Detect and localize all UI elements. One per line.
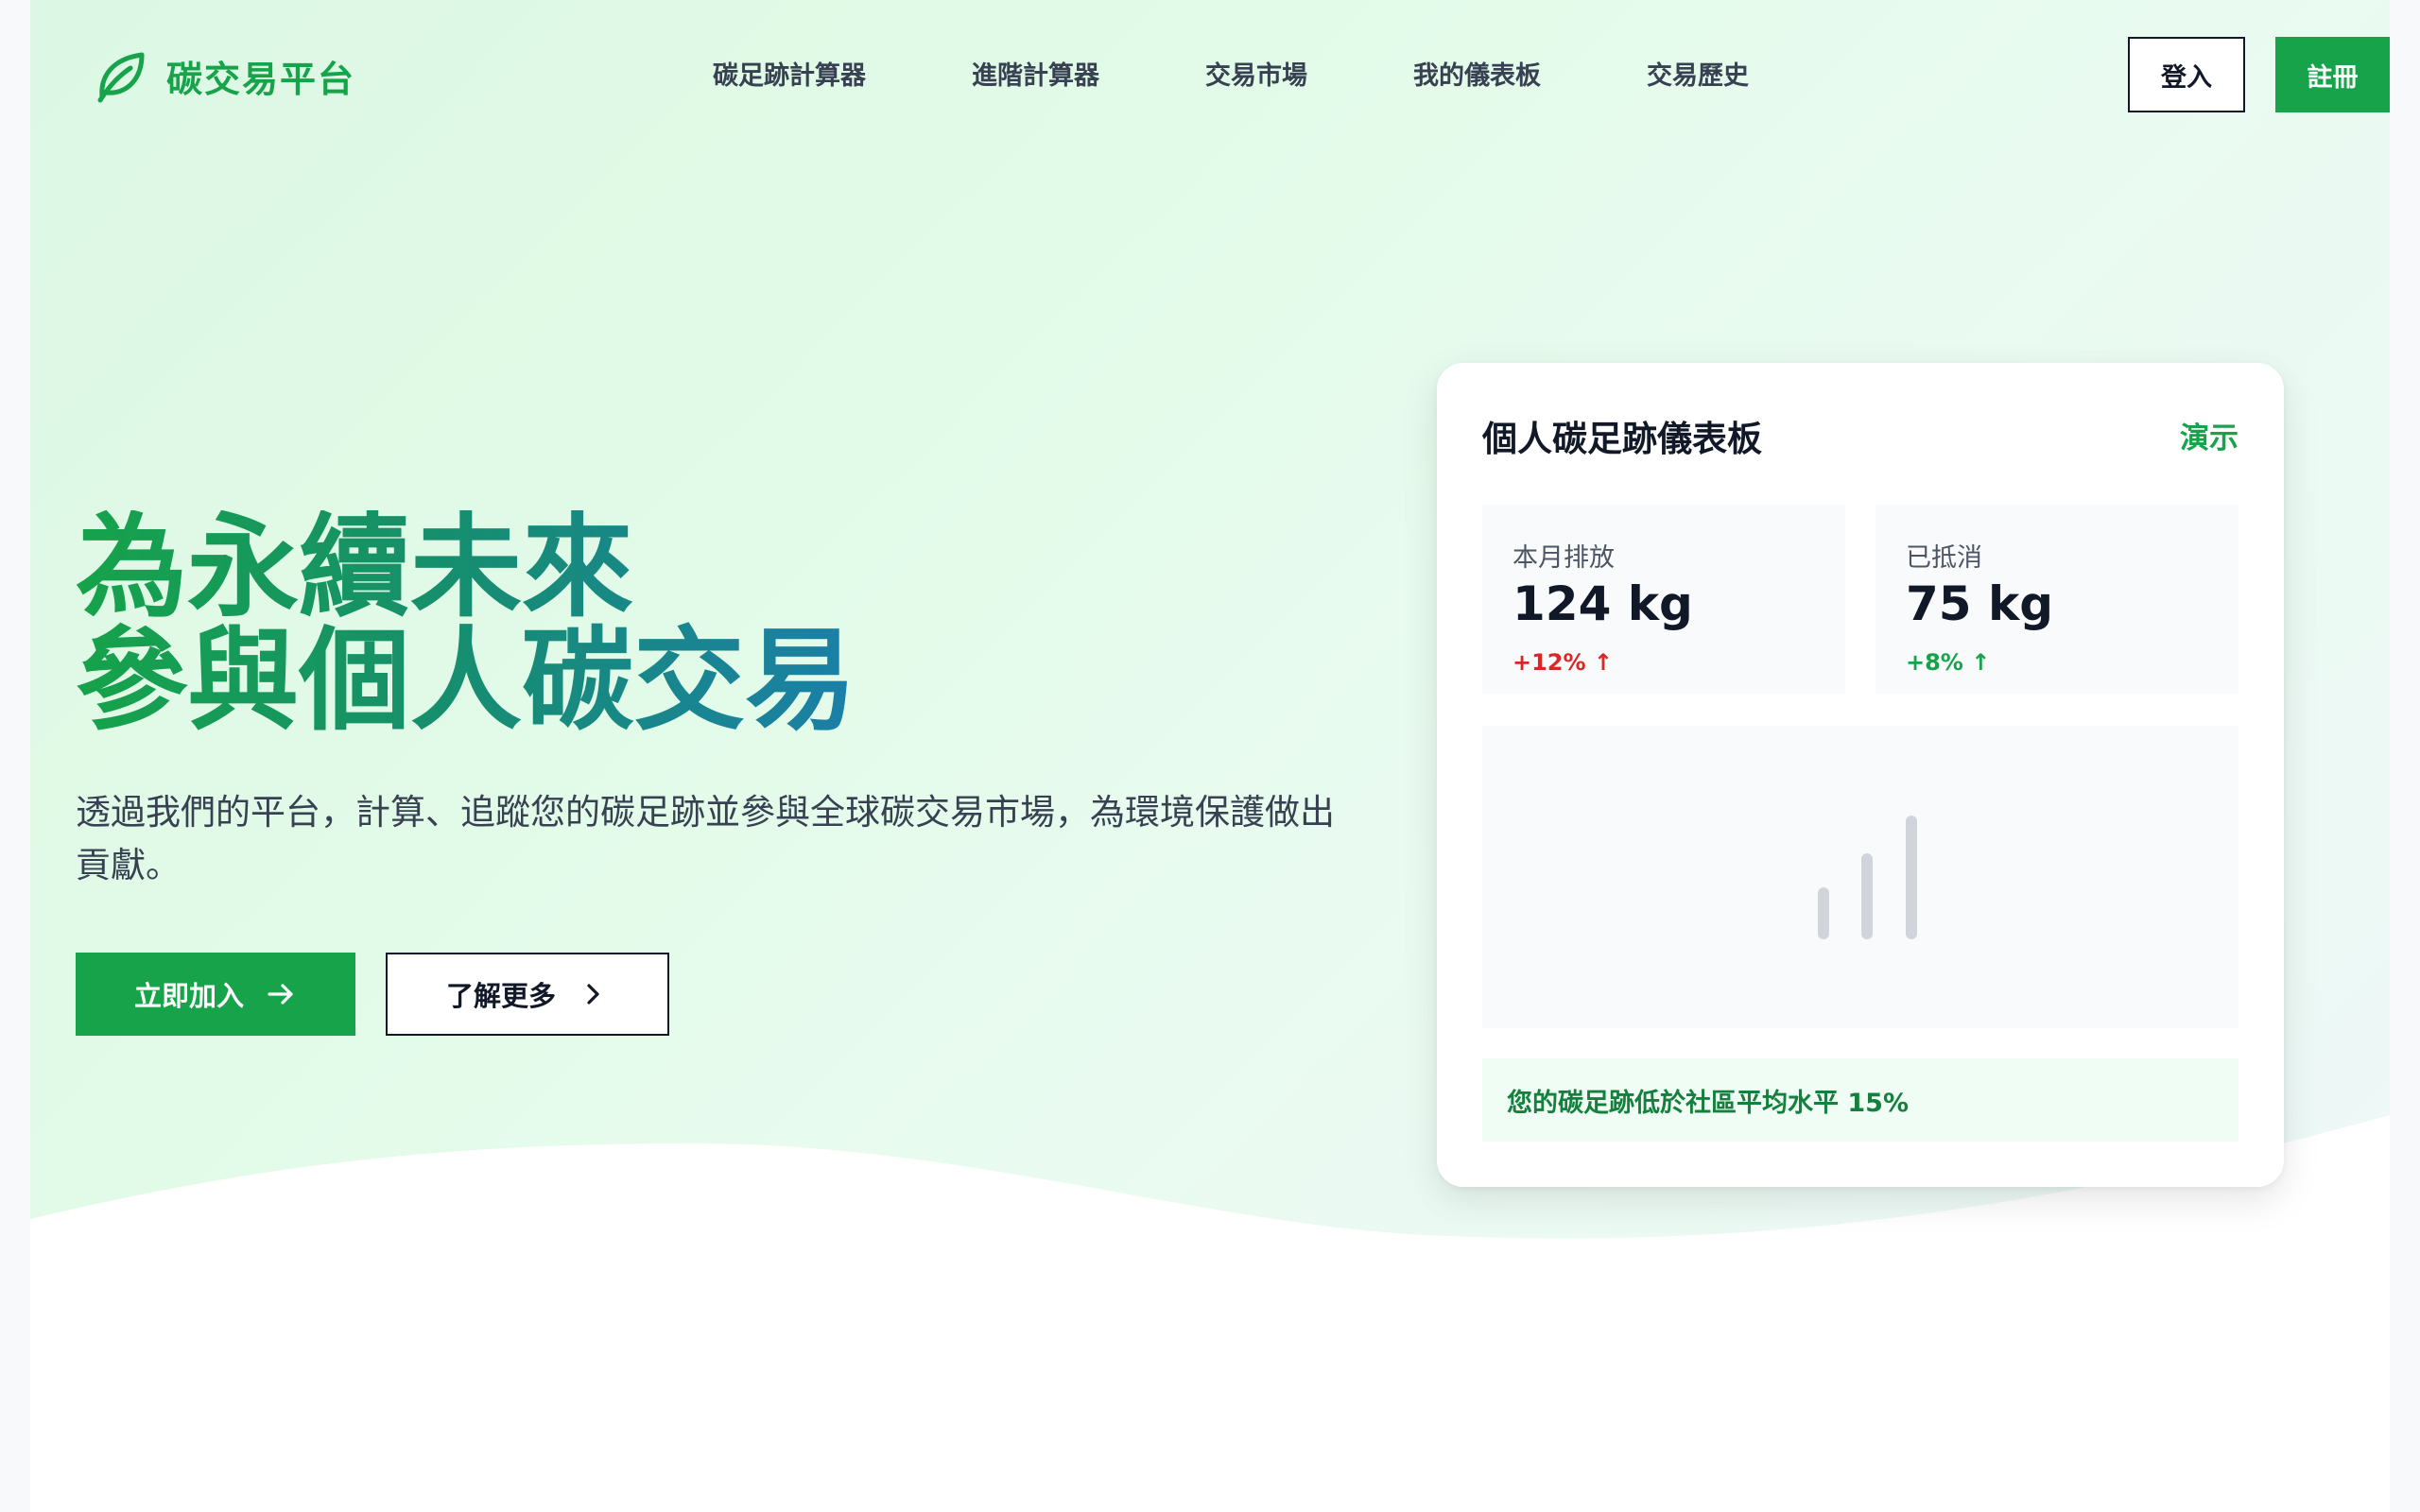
leaf-icon: [97, 52, 145, 103]
learn-more-label: 了解更多: [445, 980, 556, 1012]
stat-label: 已抵消: [1906, 543, 1982, 573]
nav-link-advanced-calculator[interactable]: 進階計算器: [972, 55, 1099, 92]
learn-more-button[interactable]: 了解更多: [386, 953, 669, 1036]
demo-badge: 演示: [2180, 421, 2238, 455]
stat-value: 75 kg: [1906, 576, 2054, 631]
bar-chart-icon: [1818, 816, 1917, 939]
dashboard-preview-card: 個人碳足跡儀表板 演示 本月排放 124 kg +12% ↑ 已抵消 75 kg…: [1437, 363, 2284, 1187]
stat-change: +12% ↑: [1512, 649, 1614, 676]
nav-links: 碳足跡計算器 進階計算器 交易市場 我的儀表板 交易歷史: [713, 55, 1749, 92]
stat-change: +8% ↑: [1906, 649, 1991, 676]
footprint-comparison-note: 您的碳足跡低於社區平均水平 15%: [1482, 1058, 2238, 1142]
hero-title: 為永續未來 參與個人碳交易: [76, 510, 856, 737]
arrow-right-icon: [268, 984, 293, 1005]
login-button[interactable]: 登入: [2128, 37, 2245, 112]
dashboard-title: 個人碳足跡儀表板: [1482, 419, 1762, 459]
hero-title-line-1: 為永續未來: [76, 502, 634, 632]
stat-value: 124 kg: [1512, 576, 1693, 631]
nav-link-trade-history[interactable]: 交易歷史: [1647, 55, 1749, 92]
stat-offset: 已抵消 75 kg +8% ↑: [1876, 505, 2238, 694]
nav-link-my-dashboard[interactable]: 我的儀表板: [1413, 55, 1541, 92]
stat-monthly-emissions: 本月排放 124 kg +12% ↑: [1482, 505, 1845, 694]
join-now-label: 立即加入: [133, 980, 244, 1012]
chart-placeholder: [1482, 726, 2238, 1028]
brand-name: 碳交易平台: [166, 58, 356, 100]
page: 碳交易平台 碳足跡計算器 進階計算器 交易市場 我的儀表板 交易歷史 登入 註冊…: [30, 0, 2390, 1512]
hero-title-line-2: 參與個人碳交易: [76, 615, 857, 746]
hero-description: 透過我們的平台，計算、追蹤您的碳足跡並參與全球碳交易市場，為環境保護做出貢獻。: [76, 792, 1335, 885]
nav-link-footprint-calculator[interactable]: 碳足跡計算器: [713, 55, 866, 92]
register-button[interactable]: 註冊: [2275, 37, 2390, 112]
brand-logo[interactable]: 碳交易平台: [93, 45, 355, 106]
top-navbar: 碳交易平台 碳足跡計算器 進階計算器 交易市場 我的儀表板 交易歷史 登入 註冊: [30, 0, 2390, 151]
nav-link-marketplace[interactable]: 交易市場: [1205, 55, 1307, 92]
chevron-right-icon: [587, 984, 599, 1005]
join-now-button[interactable]: 立即加入: [76, 953, 355, 1036]
stat-label: 本月排放: [1512, 543, 1615, 573]
